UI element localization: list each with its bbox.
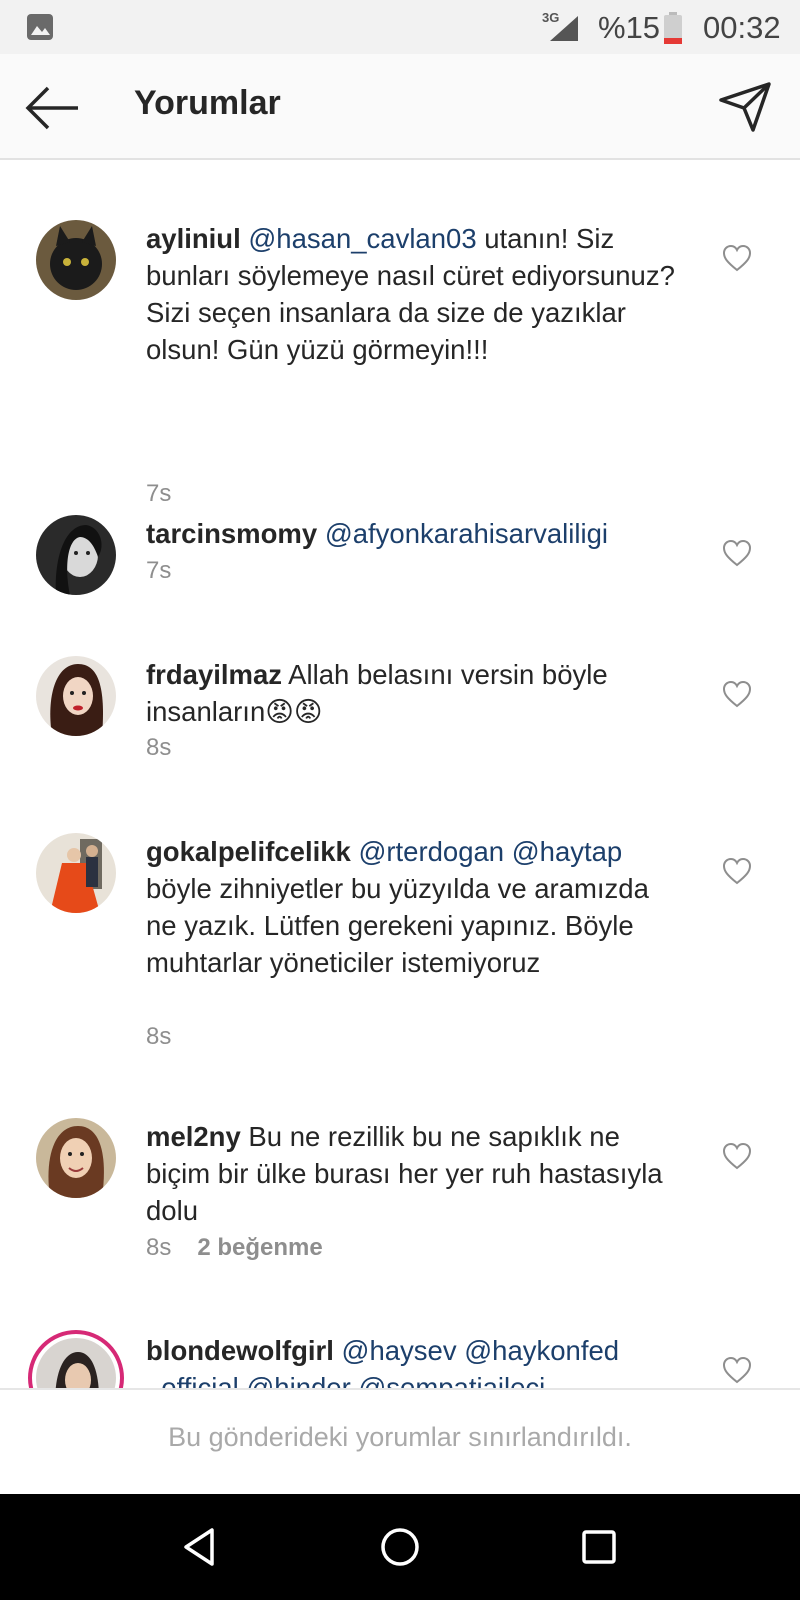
comment-likes-count[interactable]: 2 beğenme [197,1234,322,1261]
comment-username[interactable]: frdayilmaz [146,659,282,690]
gallery-notification-icon [27,14,53,40]
page-title: Yorumlar [134,84,281,122]
like-heart-icon[interactable] [722,680,752,708]
comment-username[interactable]: gokalpelifcelikk [146,836,351,867]
avatar[interactable] [36,515,116,595]
comment-message: böyle zihniyetler bu yüzyılda ve aramızd… [146,873,649,978]
avatar[interactable] [36,833,116,913]
comment-meta: 8s 2 beğenme [146,1234,323,1262]
android-nav-bar [0,1494,800,1600]
like-heart-icon[interactable] [722,1142,752,1170]
comment-username[interactable]: blondewolfgirl [146,1335,334,1366]
comment-text: tarcinsmomy @afyonkarahisarvaliligi [146,515,676,552]
like-heart-icon[interactable] [722,244,752,272]
status-bar: 3G %15 00:32 [0,0,800,54]
comment-text: blondewolfgirl @haysev @haykonfed _offic… [146,1332,676,1388]
comment-text: mel2ny Bu ne rezillik bu ne sapıklık ne … [146,1118,676,1229]
comment-time: 7s [146,480,172,507]
clock: 00:32 [703,10,781,45]
nav-recents-icon[interactable] [576,1524,622,1570]
comment-username[interactable]: tarcinsmomy [146,518,317,549]
comment-username[interactable]: ayliniul [146,223,241,254]
battery-percent: %15 [598,10,661,45]
comment-mention[interactable]: @afyonkarahisarvaliligi [325,518,608,549]
comment-time: 7s [146,557,172,584]
comment-text: frdayilmaz Allah belasını versin böyle i… [146,656,676,730]
comment-text: gokalpelifcelikk @rterdogan @haytap böyl… [146,833,676,981]
avatar[interactable] [36,220,116,300]
like-heart-icon[interactable] [722,539,752,567]
send-icon[interactable] [718,80,772,134]
comments-list: ayliniul @hasan_cavlan03 utanın! Siz bun… [0,160,800,1388]
avatar[interactable] [36,656,116,736]
nav-home-icon[interactable] [377,1524,423,1570]
back-arrow-icon[interactable] [24,84,80,132]
comment-mention[interactable]: @hasan_cavlan03 [248,223,476,254]
nav-back-icon[interactable] [178,1524,224,1570]
comments-restricted-notice: Bu gönderideki yorumlar sınırlandırıldı. [0,1388,800,1494]
comment-mention[interactable]: @rterdogan @haytap [358,836,622,867]
comment-time: 8s [146,1234,172,1261]
avatar[interactable] [28,1330,124,1388]
like-heart-icon[interactable] [722,1356,752,1384]
like-heart-icon[interactable] [722,857,752,885]
battery-icon [664,12,682,44]
comment-text: ayliniul @hasan_cavlan03 utanın! Siz bun… [146,220,676,368]
notice-text: Bu gönderideki yorumlar sınırlandırıldı. [168,1422,632,1452]
comment-time: 8s [146,734,172,761]
signal-icon [550,16,578,41]
app-header: Yorumlar [0,54,800,160]
comment-username[interactable]: mel2ny [146,1121,241,1152]
avatar[interactable] [36,1118,116,1198]
comment-time: 8s [146,1023,172,1050]
